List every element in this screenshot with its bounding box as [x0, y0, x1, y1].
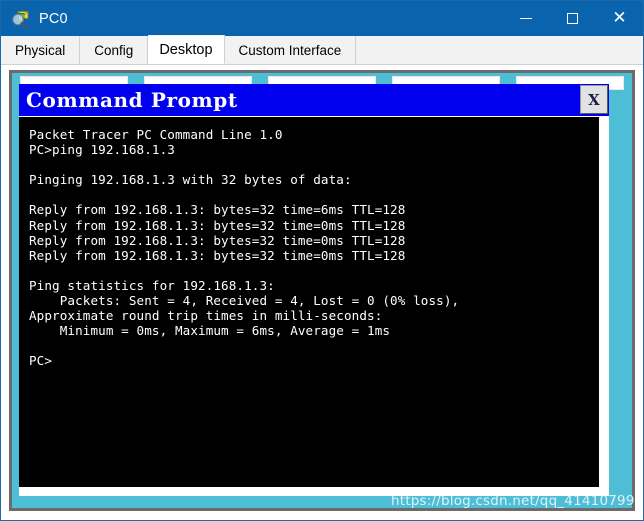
window-controls: ✕ [502, 1, 643, 36]
desktop-tab-panel: Command Prompt X Packet Tracer PC Comman… [1, 65, 643, 520]
maximize-icon [567, 13, 578, 24]
packet-tracer-magnifier-icon [10, 9, 30, 29]
close-button[interactable]: ✕ [596, 1, 643, 36]
command-prompt-window: Command Prompt X Packet Tracer PC Comman… [19, 84, 609, 496]
close-icon: ✕ [612, 8, 627, 28]
command-prompt-title-bar[interactable]: Command Prompt X [19, 84, 609, 116]
title-bar: PC0 ✕ [1, 1, 643, 36]
command-prompt-close-icon: X [588, 90, 600, 109]
minimize-icon [519, 18, 532, 19]
tab-strip-filler [356, 36, 643, 64]
tab-config[interactable]: Config [80, 36, 149, 64]
tab-custom-interface[interactable]: Custom Interface [224, 36, 357, 64]
minimize-button[interactable] [502, 1, 549, 36]
command-prompt-title: Command Prompt [26, 88, 238, 112]
pc-desktop-area: Command Prompt X Packet Tracer PC Comman… [12, 73, 632, 508]
tab-desktop[interactable]: Desktop [148, 35, 225, 64]
tab-strip: Physical Config Desktop Custom Interface [1, 35, 643, 65]
pc0-window: PC0 ✕ Physical Config Desktop Custom Int… [0, 0, 644, 521]
csdn-watermark: https://blog.csdn.net/qq_41410799 [391, 493, 635, 509]
desktop-bezel: Command Prompt X Packet Tracer PC Comman… [9, 70, 635, 511]
maximize-button[interactable] [549, 1, 596, 36]
tab-physical[interactable]: Physical [1, 36, 81, 64]
terminal-output[interactable]: Packet Tracer PC Command Line 1.0 PC>pin… [19, 117, 599, 487]
command-prompt-close-button[interactable]: X [580, 85, 608, 114]
window-title: PC0 [39, 10, 68, 27]
